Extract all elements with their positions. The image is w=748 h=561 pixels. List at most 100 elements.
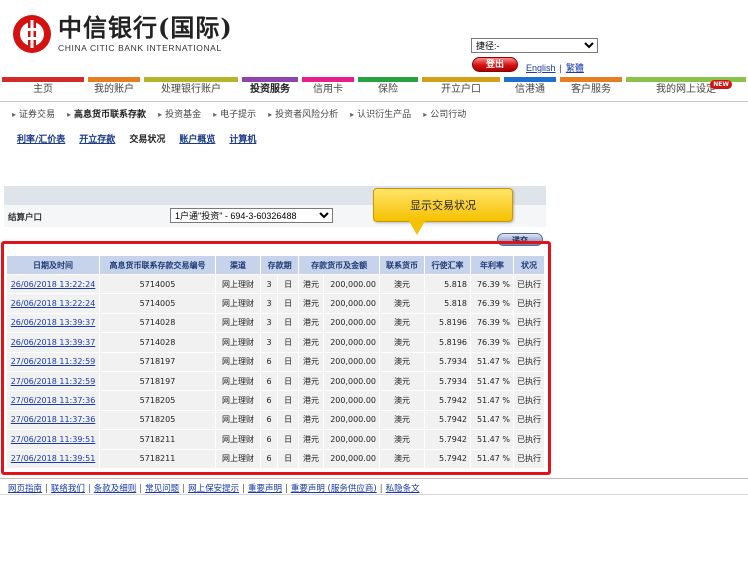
logout-button[interactable]: 登出: [472, 57, 518, 72]
table-row: 27/06/2018 11:39:51 5718211 网上理财 6 日港元 200,00…: [7, 449, 544, 468]
channel-cell: 网上理财: [216, 371, 260, 391]
subnav-risk-profile[interactable]: ▸ 投资者风险分析: [268, 107, 338, 120]
nav-credit-card[interactable]: 信用卡: [300, 77, 356, 101]
subnav-linked-deposit[interactable]: ▸ 高息货币联系存款: [67, 107, 146, 120]
transaction-datetime-link[interactable]: 26/06/2018 13:39:37: [11, 318, 96, 327]
nav-label: 我的网上设定: [656, 84, 716, 95]
footer-terms[interactable]: 条款及细则: [94, 484, 137, 494]
currency-cell: 港元: [299, 410, 323, 430]
nav-bank-accounts[interactable]: 处理银行账户: [142, 77, 240, 101]
strike-rate-cell: 5.7934: [425, 352, 470, 371]
arrow-right-icon: ▸: [350, 110, 355, 119]
nav-my-online-settings[interactable]: 我的网上设定 NEW: [624, 77, 748, 101]
reference-cell: 5718197: [100, 371, 215, 391]
footer-separator: |: [284, 484, 288, 494]
reference-cell: 5718211: [100, 430, 215, 449]
amount-cell: 200,000.00: [323, 313, 379, 333]
transaction-datetime-link[interactable]: 26/06/2018 13:39:37: [11, 338, 96, 347]
col-header: 高息货币联系存款交易编号: [100, 256, 215, 274]
transaction-datetime-link[interactable]: 27/06/2018 11:39:51: [11, 454, 96, 463]
footer-faq[interactable]: 常见问题: [145, 484, 179, 494]
nav-label: 信用卡: [313, 84, 343, 95]
tab-transaction-status[interactable]: 交易状况: [129, 132, 165, 145]
col-header: 联系货币: [380, 256, 424, 274]
strike-rate-cell: 5.7942: [425, 449, 470, 468]
linked-currency-cell: 澳元: [380, 294, 424, 313]
currency-cell: 港元: [299, 352, 323, 371]
interest-rate-cell: 51.47 %: [471, 391, 513, 410]
nav-color-bar: [358, 77, 418, 82]
english-link[interactable]: English: [526, 63, 556, 73]
tab-rates[interactable]: 利率/汇价表: [17, 132, 65, 145]
amount-cell: 200,000.00: [323, 333, 379, 352]
status-cell: 已执行: [514, 333, 544, 352]
interest-rate-cell: 51.47 %: [471, 449, 513, 468]
footer-privacy[interactable]: 私隐条文: [386, 484, 420, 494]
datetime-cell: 27/06/2018 11:37:36: [7, 410, 99, 430]
nav-my-account[interactable]: 我的账户: [86, 77, 142, 101]
transaction-datetime-link[interactable]: 27/06/2018 11:32:59: [11, 357, 96, 366]
reference-cell: 5714005: [100, 294, 215, 313]
channel-cell: 网上理财: [216, 313, 260, 333]
nav-color-bar: [2, 77, 84, 82]
nav-color-bar: [242, 77, 298, 82]
transaction-datetime-link[interactable]: 27/06/2018 11:37:36: [11, 415, 96, 424]
table-body: 26/06/2018 13:22:24 5714005 网上理财 3 日港元 200,00…: [7, 275, 544, 468]
footer-important-notice[interactable]: 重要声明: [248, 484, 282, 494]
nav-open-account[interactable]: 开立户口: [420, 77, 502, 101]
strike-rate-cell: 5.818: [425, 294, 470, 313]
nav-home[interactable]: 主页: [0, 77, 86, 101]
subnav-label: 投资者风险分析: [275, 110, 339, 120]
tab-open-deposit[interactable]: 开立存款: [79, 132, 115, 145]
nav-label: 我的账户: [94, 84, 134, 95]
tab-calculator[interactable]: 计算机: [229, 132, 256, 145]
nav-label: 客户服务: [571, 84, 611, 95]
footer-security-tips[interactable]: 网上保安提示: [188, 484, 239, 494]
subnav-derivatives[interactable]: ▸ 认识衍生产品: [350, 107, 411, 120]
quick-link-select[interactable]: 捷径:-: [471, 38, 598, 53]
reference-cell: 5718197: [100, 352, 215, 371]
subnav-funds[interactable]: ▸ 投资基金: [158, 107, 201, 120]
footer-notice-service-provider[interactable]: 重要声明 (服务供应商): [291, 484, 377, 494]
transaction-datetime-link[interactable]: 26/06/2018 13:22:24: [11, 299, 96, 308]
transaction-datetime-link[interactable]: 27/06/2018 11:39:51: [11, 435, 96, 444]
footer-contact-us[interactable]: 联络我们: [51, 484, 85, 494]
interest-rate-cell: 51.47 %: [471, 352, 513, 371]
footer-site-guide[interactable]: 网页指南: [8, 484, 42, 494]
channel-cell: 网上理财: [216, 352, 260, 371]
term-number-cell: 3: [261, 275, 278, 294]
nav-hk-connect[interactable]: 信港通: [502, 77, 558, 101]
nav-label: 开立户口: [441, 84, 481, 95]
strike-rate-cell: 5.7942: [425, 391, 470, 410]
tab-account-overview[interactable]: 账户概览: [179, 132, 215, 145]
table-row: 26/06/2018 13:39:37 5714028 网上理财 3 日港元 200,00…: [7, 313, 544, 333]
interest-rate-cell: 51.47 %: [471, 410, 513, 430]
term-unit-cell: 日: [278, 275, 299, 294]
nav-label: 保险: [378, 84, 398, 95]
nav-label: 主页: [33, 84, 53, 95]
transaction-datetime-link[interactable]: 27/06/2018 11:32:59: [11, 377, 96, 386]
currency-cell: 港元: [299, 275, 323, 294]
table-row: 27/06/2018 11:32:59 5718197 网上理财 6 日港元 200,00…: [7, 371, 544, 391]
currency-cell: 港元: [299, 371, 323, 391]
footer-links: 网页指南 | 联络我们 | 条款及细则 | 常见问题 | 网上保安提示 | 重要声明 | 重要声明 (服…: [8, 482, 420, 494]
nav-color-bar: [422, 77, 500, 82]
nav-investment-services[interactable]: 投资服务: [240, 77, 300, 101]
bank-logo[interactable]: 中信银行(国际) CHINA CITIC BANK INTERNATIONAL: [12, 14, 233, 54]
settlement-account-select[interactable]: 1户通"投资" - 694-3-60326488: [170, 208, 333, 223]
subnav-e-alerts[interactable]: ▸ 电子提示: [213, 107, 256, 120]
transaction-datetime-link[interactable]: 27/06/2018 11:37:36: [11, 396, 96, 405]
traditional-chinese-link[interactable]: 繁體: [566, 63, 584, 73]
nav-label: 投资服务: [250, 84, 290, 95]
term-unit-cell: 日: [278, 410, 299, 430]
nav-insurance[interactable]: 保险: [356, 77, 420, 101]
subnav-securities[interactable]: ▸ 证券交易: [12, 107, 55, 120]
datetime-cell: 26/06/2018 13:22:24: [7, 275, 99, 294]
strike-rate-cell: 5.7934: [425, 371, 470, 391]
subnav-corporate-actions[interactable]: ▸ 公司行动: [423, 107, 466, 120]
status-cell: 已执行: [514, 313, 544, 333]
term-unit-cell: 日: [278, 449, 299, 468]
linked-currency-cell: 澳元: [380, 275, 424, 294]
transaction-datetime-link[interactable]: 26/06/2018 13:22:24: [11, 280, 96, 289]
nav-customer-service[interactable]: 客户服务: [558, 77, 624, 101]
